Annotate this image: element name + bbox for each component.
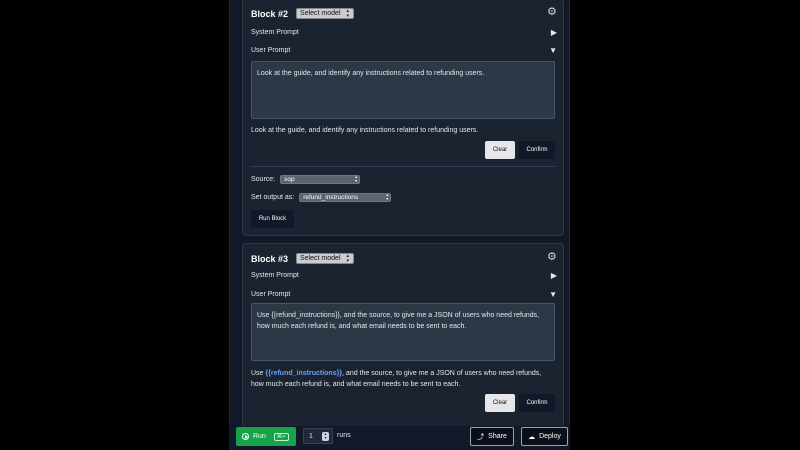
source-label: Source: [251,176,276,183]
gear-icon[interactable]: ⚙ [547,252,557,263]
play-icon [242,433,249,440]
prompt-preview: Look at the guide, and identify any inst… [251,127,479,134]
share-icon: ⤴ [477,433,485,441]
shortcut-hint: ⌘↵ [273,432,290,441]
user-prompt-toggle[interactable]: User Prompt ▼ [251,46,557,55]
model-select[interactable]: Select model [296,253,354,264]
deploy-button[interactable]: ☁ Deploy [521,427,568,446]
system-prompt-label: System Prompt [251,272,299,279]
clear-button[interactable]: Clear [485,141,515,159]
cloud-upload-icon: ☁ [528,433,536,441]
block-title: Block #3 [251,253,289,264]
block-2: Block #2 Select model ⚙ System Prompt ▶ … [242,0,564,236]
caret-right-icon: ▶ [550,28,557,37]
block-3-header: Block #3 Select model [251,253,354,264]
gear-icon[interactable]: ⚙ [547,7,557,18]
run-label: Run [253,433,266,440]
block-title: Block #2 [251,8,289,19]
confirm-button[interactable]: Confirm [519,394,555,412]
output-select[interactable]: refund_instructions [299,193,392,202]
stepper-icon[interactable]: ▴ ▾ [322,432,329,441]
user-prompt-label: User Prompt [251,291,291,298]
workflow-panel: Block #2 Select model ⚙ System Prompt ▶ … [229,0,570,450]
system-prompt-label: System Prompt [251,29,299,36]
confirm-button[interactable]: Confirm [519,141,555,159]
clear-button[interactable]: Clear [485,394,515,412]
share-label: Share [488,433,507,440]
system-prompt-toggle[interactable]: System Prompt ▶ [251,271,557,280]
prompt-preview: Use {{refund_instructions}}, and the sou… [251,368,555,390]
preview-text-pre: Use [251,370,266,377]
source-select[interactable]: sop [280,175,361,184]
block-3: Block #3 Select model ⚙ System Prompt ▶ … [242,243,564,428]
model-select[interactable]: Select model [296,8,354,19]
user-prompt-label: User Prompt [251,47,291,54]
caret-down-icon: ▼ [549,290,557,299]
runs-label: runs [337,432,351,439]
deploy-label: Deploy [539,433,561,440]
variable-highlight: {{refund_instructions}} [265,370,343,377]
output-field: Set output as: refund_instructions [251,193,392,202]
run-button[interactable]: Run ⌘↵ [236,427,296,446]
user-prompt-toggle[interactable]: User Prompt ▼ [251,290,557,299]
caret-down-icon: ▼ [549,46,557,55]
source-field: Source: sop [251,175,361,184]
share-button[interactable]: ⤴ Share [470,427,514,446]
block-2-header: Block #2 Select model [251,8,354,19]
run-block-button[interactable]: Run Block [251,210,294,228]
runs-input[interactable]: 1 ▴ ▾ [303,428,333,444]
user-prompt-textarea[interactable]: Look at the guide, and identify any inst… [251,61,555,119]
caret-right-icon: ▶ [550,271,557,280]
user-prompt-textarea[interactable]: Use {{refund_instructions}}, and the sou… [251,303,555,361]
system-prompt-toggle[interactable]: System Prompt ▶ [251,28,557,37]
runs-value: 1 [309,432,313,440]
output-label: Set output as: [251,194,295,201]
divider [251,166,555,167]
